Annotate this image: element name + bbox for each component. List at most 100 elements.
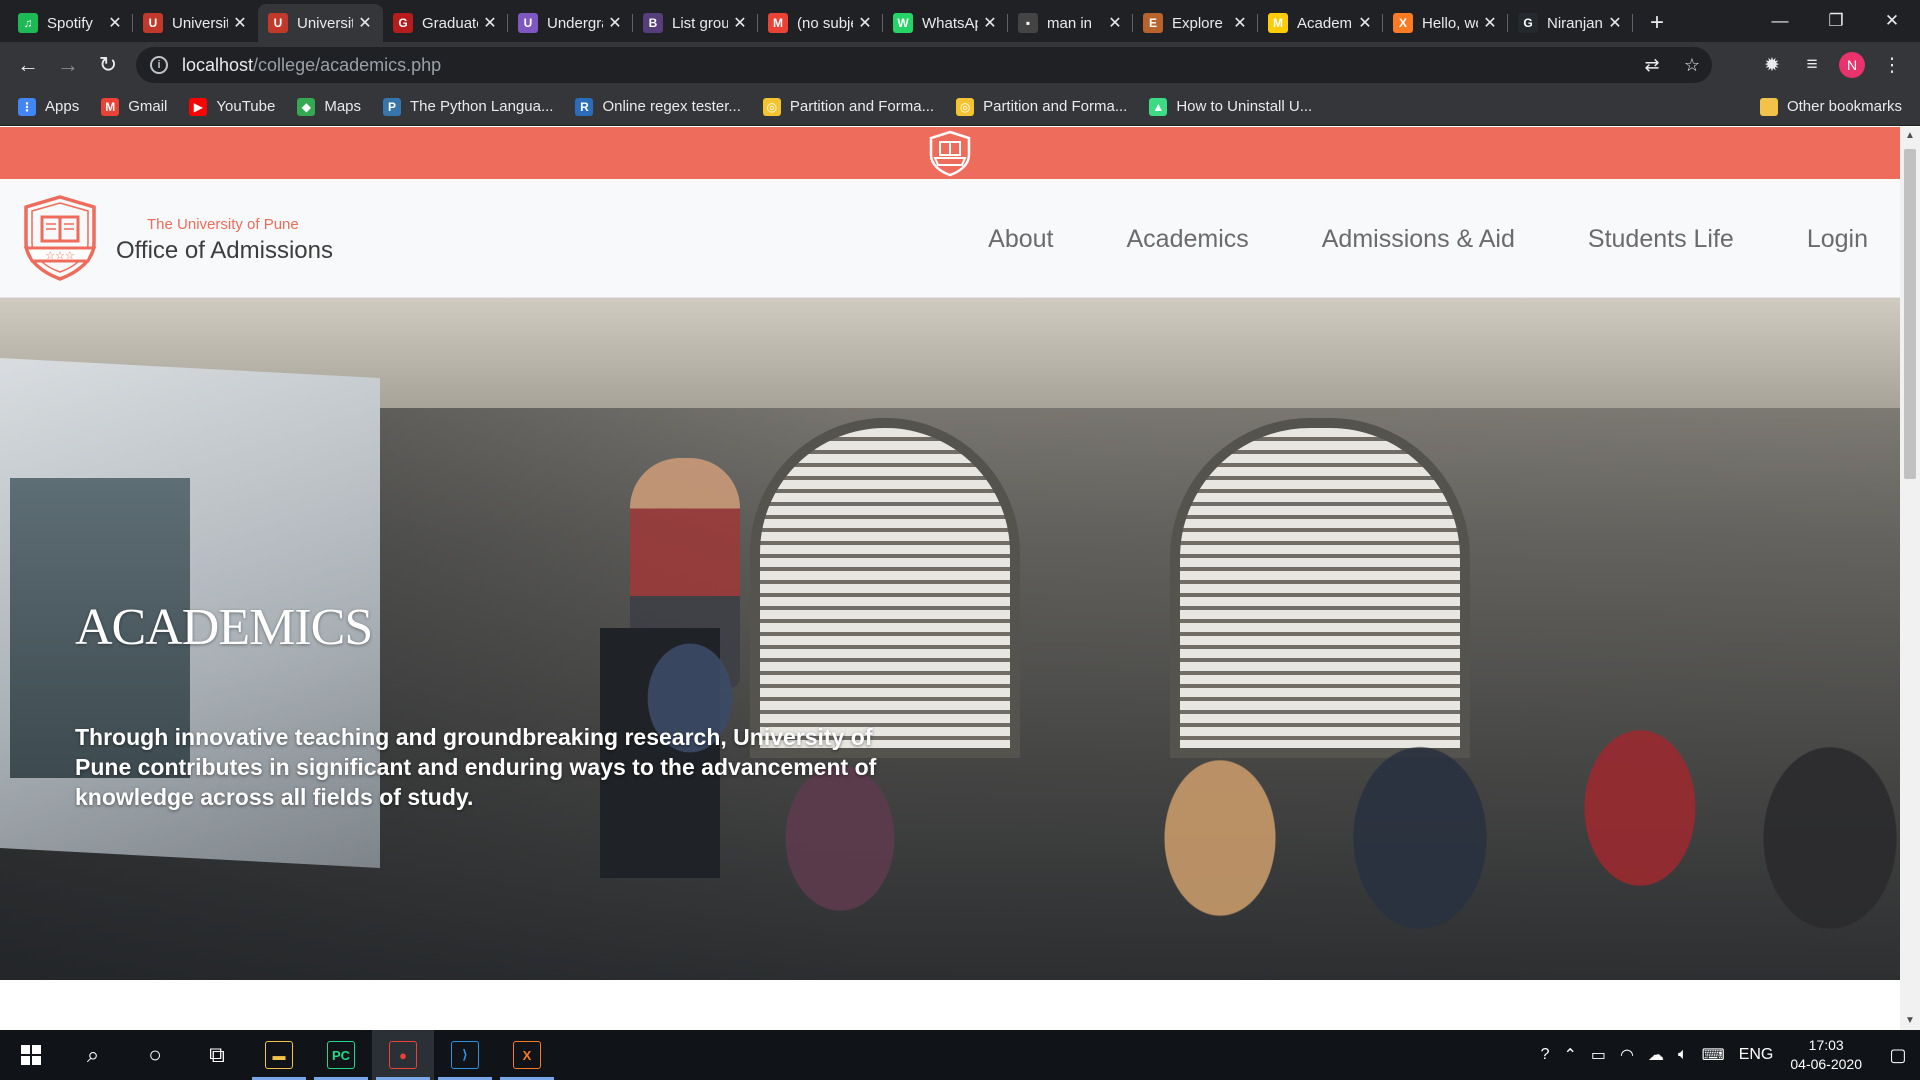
close-window-button[interactable]: ✕ [1864,0,1920,42]
taskbar-pycharm-button[interactable]: PC [310,1030,372,1080]
tab-close-icon[interactable]: ✕ [1607,13,1623,33]
site-brand[interactable]: ☆☆☆ The University of Pune Office of Adm… [18,193,333,283]
browser-tab[interactable]: M (no subject)✕ [758,4,883,42]
tab-close-icon[interactable]: ✕ [232,13,248,33]
nav-link-about[interactable]: About [988,225,1053,254]
bookmark-favicon-icon: ◎ [956,97,975,116]
volume-icon[interactable]: 🔈︎ [1678,1046,1688,1064]
browser-tab[interactable]: M Academics✕ [1258,4,1383,42]
tab-close-icon[interactable]: ✕ [1482,13,1498,33]
browser-tab[interactable]: U University✕ [133,4,258,42]
tab-close-icon[interactable]: ✕ [1107,13,1123,33]
scrollbar-thumb[interactable] [1904,149,1916,479]
nav-link-students-life[interactable]: Students Life [1588,225,1734,254]
browser-tab[interactable]: G Niranjan ✕ [1508,4,1633,42]
bookmark-item[interactable]: ⋮ Apps [18,97,79,116]
page-scrollbar[interactable]: ▲ ▼ [1900,127,1920,1030]
bookmark-item[interactable]: R Online regex tester... [575,97,741,116]
taskbar-vscode-button[interactable]: ⟩ [434,1030,496,1080]
tab-title: Niranjan [1547,14,1603,32]
browser-tab[interactable]: G Graduate✕ [383,4,508,42]
back-button[interactable]: ← [8,45,48,85]
bookmark-item[interactable]: M Gmail [101,97,167,116]
nav-link-login[interactable]: Login [1807,225,1868,254]
taskbar-chrome-button[interactable]: ● [372,1030,434,1080]
scroll-up-arrow-icon[interactable]: ▲ [1900,127,1920,145]
task-view-button[interactable]: ⧉ [186,1030,248,1080]
bookmark-label: Maps [324,98,362,115]
tab-close-icon[interactable]: ✕ [1357,13,1373,33]
keyboard-icon[interactable]: ⌨ [1702,1045,1725,1065]
clock[interactable]: 17:03 04-06-2020 [1790,1036,1862,1074]
tab-favicon-icon: ▪ [1018,13,1038,33]
bookmark-item[interactable]: ◎ Partition and Forma... [956,97,1127,116]
windows-logo-icon [21,1045,41,1065]
tab-favicon-icon: E [1143,13,1163,33]
wifi-icon[interactable]: ◠ [1620,1045,1634,1065]
cortana-button[interactable]: ○ [124,1030,186,1080]
restore-button[interactable]: ❐ [1808,0,1864,42]
new-tab-button[interactable]: + [1639,4,1675,42]
bookmark-favicon-icon: M [101,97,120,116]
taskbar-file-explorer-button[interactable]: ▬ [248,1030,310,1080]
nav-link-admissions-aid[interactable]: Admissions & Aid [1322,225,1515,254]
browser-tab[interactable]: U Undergraduate✕ [508,4,633,42]
search-button[interactable]: ⌕ [62,1030,124,1080]
browser-tab[interactable]: E Explore ✕ [1133,4,1258,42]
forward-button[interactable]: → [48,45,88,85]
tab-close-icon[interactable]: ✕ [607,13,623,33]
brand-subtitle: The University of Pune [147,215,299,233]
svg-text:☆☆☆: ☆☆☆ [45,249,75,262]
notification-center-button[interactable]: ▢ [1876,1030,1920,1080]
show-hidden-icons-chevron-icon[interactable]: ⌃ [1564,1045,1577,1065]
help-icon[interactable]: ? [1541,1046,1550,1064]
minimize-button[interactable]: — [1752,0,1808,42]
pycharm-icon: PC [327,1041,355,1069]
tab-close-icon[interactable]: ✕ [107,13,123,33]
chrome-icon: ● [389,1041,417,1069]
nav-link-academics[interactable]: Academics [1126,225,1248,254]
browser-tab[interactable]: X Hello, world✕ [1383,4,1508,42]
media-control-icon[interactable]: ≡ [1792,54,1832,76]
tab-close-icon[interactable]: ✕ [857,13,873,33]
bookmark-item[interactable]: ◆ Maps [297,97,362,116]
hero-title: ACADEMICS [75,599,373,656]
browser-tab[interactable]: W WhatsApp✕ [883,4,1008,42]
tab-favicon-icon: G [393,13,413,33]
start-button[interactable] [0,1030,62,1080]
tab-close-icon[interactable]: ✕ [482,13,498,33]
input-language[interactable]: ENG [1739,1046,1774,1064]
battery-icon[interactable]: ▭ [1591,1045,1606,1065]
browser-tab[interactable]: U University✕ [258,4,383,42]
address-bar[interactable]: i localhost/college/academics.php ⇄ ☆ [136,47,1712,83]
url-path: /college/academics.php [253,54,442,75]
scroll-down-arrow-icon[interactable]: ▼ [1900,1012,1920,1030]
tab-close-icon[interactable]: ✕ [732,13,748,33]
bookmark-item[interactable]: ◎ Partition and Forma... [762,97,934,116]
reload-button[interactable]: ↻ [88,45,128,85]
hero-description: Through innovative teaching and groundbr… [75,724,877,810]
tab-list: ♫Spotify✕UUniversity✕UUniversity✕GGradua… [0,4,1675,42]
browser-menu-icon[interactable]: ⋮ [1872,54,1912,77]
bookmark-item[interactable]: P The Python Langua... [383,97,554,116]
bookmark-star-icon[interactable]: ☆ [1672,55,1712,76]
tab-close-icon[interactable]: ✕ [1232,13,1248,33]
browser-tab[interactable]: B List group✕ [633,4,758,42]
bookmark-label: The Python Langua... [410,98,554,115]
back-arrow-icon: ← [17,52,39,77]
tab-favicon-icon: M [768,13,788,33]
bookmark-item[interactable]: ▶ YouTube [189,97,275,116]
extension-gear-icon[interactable]: ✹ [1752,54,1792,77]
onedrive-cloud-icon[interactable]: ☁ [1648,1045,1664,1065]
translate-icon[interactable]: ⇄ [1632,55,1672,76]
tab-close-icon[interactable]: ✕ [357,13,373,33]
site-info-icon[interactable]: i [150,56,168,74]
profile-avatar[interactable]: N [1839,52,1865,78]
browser-tab[interactable]: ♫ Spotify ✕ [8,4,133,42]
tab-close-icon[interactable]: ✕ [982,13,998,33]
other-bookmarks[interactable]: Other bookmarks [1759,97,1902,116]
bookmark-item[interactable]: ▲ How to Uninstall U... [1149,97,1312,116]
taskbar-xampp-button[interactable]: X [496,1030,558,1080]
tab-favicon-icon: ♫ [18,13,38,33]
browser-tab[interactable]: ▪ man in ✕ [1008,4,1133,42]
